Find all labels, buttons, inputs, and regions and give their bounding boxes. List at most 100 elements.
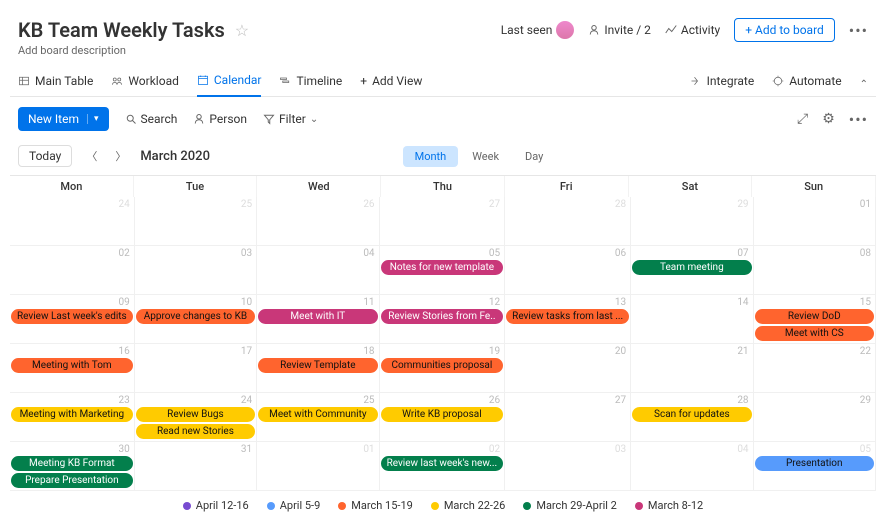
tab-calendar[interactable]: Calendar	[197, 73, 262, 97]
today-button[interactable]: Today	[18, 145, 72, 167]
calendar-cell[interactable]: 03	[505, 442, 631, 491]
filter-button[interactable]: Filter ⌄	[263, 112, 318, 126]
automate-icon	[772, 75, 784, 87]
prev-month-icon[interactable]: 〈	[82, 148, 101, 164]
event[interactable]: Meet with CS	[755, 326, 874, 341]
event[interactable]: Meeting with Marketing	[11, 407, 133, 422]
calendar-cell[interactable]: 17	[135, 344, 257, 393]
invite-button[interactable]: Invite / 2	[588, 23, 651, 37]
calendar-cell[interactable]: 07Team meeting	[631, 246, 753, 295]
segment-day[interactable]: Day	[513, 146, 555, 167]
activity-button[interactable]: Activity	[665, 23, 720, 37]
next-month-icon[interactable]: 〉	[111, 148, 130, 164]
event[interactable]: Review Template	[258, 358, 377, 373]
event[interactable]: Presentation	[755, 456, 874, 471]
calendar-cell[interactable]: 02Review last week's new...	[380, 442, 506, 491]
calendar-cell[interactable]: 24Review BugsRead new Stories	[135, 393, 257, 442]
legend-dot-icon	[431, 502, 439, 510]
calendar-cell[interactable]: 01	[257, 442, 379, 491]
calendar-cell[interactable]: 23Meeting with Marketing	[10, 393, 135, 442]
calendar-cell[interactable]: 25Meet with Community	[257, 393, 379, 442]
calendar-cell[interactable]: 14	[631, 295, 753, 344]
event[interactable]: Read new Stories	[136, 424, 255, 439]
calendar-cell[interactable]: 26	[257, 197, 379, 246]
event[interactable]: Approve changes to KB	[136, 309, 255, 324]
calendar-cell[interactable]: 05Presentation	[754, 442, 876, 491]
tab-main-table[interactable]: Main Table	[18, 74, 93, 96]
calendar-cell[interactable]: 18Review Template	[257, 344, 379, 393]
calendar-cell[interactable]: 28	[505, 197, 631, 246]
event[interactable]: Write KB proposal	[381, 407, 504, 422]
calendar-cell[interactable]: 04	[257, 246, 379, 295]
event[interactable]: Meeting KB Format	[11, 456, 133, 471]
calendar-cell[interactable]: 31	[135, 442, 257, 491]
calendar-cell[interactable]: 24	[10, 197, 135, 246]
automate-button[interactable]: Automate	[772, 74, 841, 96]
day-number: 13	[615, 297, 626, 308]
event[interactable]: Notes for new template	[381, 260, 504, 275]
event[interactable]: Review DoD	[755, 309, 874, 324]
segment-month[interactable]: Month	[403, 146, 459, 167]
event[interactable]: Meet with Community	[258, 407, 377, 422]
more-icon[interactable]: •••	[849, 110, 868, 129]
event[interactable]: Communities proposal	[381, 358, 504, 373]
board-description[interactable]: Add board description	[18, 44, 249, 57]
event[interactable]: Review last week's new...	[381, 456, 504, 471]
tab-workload[interactable]: Workload	[111, 74, 179, 96]
event[interactable]: Review Stories from Fe..	[381, 309, 504, 324]
add-to-board-button[interactable]: + Add to board	[734, 18, 835, 42]
calendar-cell[interactable]: 03	[135, 246, 257, 295]
calendar-cell[interactable]: 27	[505, 393, 631, 442]
calendar-cell[interactable]: 02	[10, 246, 135, 295]
segment-week[interactable]: Week	[460, 146, 511, 167]
calendar-cell[interactable]: 30Meeting KB FormatPrepare Presentation	[10, 442, 135, 491]
integrate-button[interactable]: Integrate	[690, 74, 755, 96]
view-segments: Month Week Day	[403, 146, 556, 167]
search-button[interactable]: Search	[125, 112, 178, 126]
calendar-cell[interactable]: 09Review Last week's edits	[10, 295, 135, 344]
new-item-button[interactable]: New Item ▾	[18, 107, 109, 131]
event[interactable]: Prepare Presentation	[11, 473, 133, 488]
add-view-button[interactable]: + Add View	[360, 74, 422, 96]
settings-icon[interactable]: ⚙	[822, 111, 835, 127]
calendar-cell[interactable]: 26Write KB proposal	[380, 393, 506, 442]
legend-label: April 5-9	[280, 499, 321, 512]
board-title[interactable]: KB Team Weekly Tasks	[18, 18, 225, 42]
person-filter[interactable]: Person	[193, 112, 247, 126]
calendar-cell[interactable]: 08	[754, 246, 876, 295]
chevron-down-icon[interactable]: ▾	[87, 114, 99, 124]
calendar-cell[interactable]: 22	[754, 344, 876, 393]
collapse-icon[interactable]: ⌃	[860, 79, 868, 90]
event[interactable]: Review Bugs	[136, 407, 255, 422]
event[interactable]: Meet with IT	[258, 309, 377, 324]
calendar-cell[interactable]: 05Notes for new template	[380, 246, 506, 295]
calendar-cell[interactable]: 11Meet with IT	[257, 295, 379, 344]
calendar-cell[interactable]: 29	[631, 197, 753, 246]
tab-timeline[interactable]: Timeline	[279, 74, 342, 96]
last-seen[interactable]: Last seen	[501, 21, 575, 39]
calendar-cell[interactable]: 12Review Stories from Fe..	[380, 295, 506, 344]
event[interactable]: Review Last week's edits	[11, 309, 133, 324]
event[interactable]: Scan for updates	[632, 407, 751, 422]
calendar-cell[interactable]: 04	[631, 442, 753, 491]
fullscreen-icon[interactable]: ⤢	[797, 111, 808, 127]
calendar-cell[interactable]: 28Scan for updates	[631, 393, 753, 442]
event[interactable]: Meeting with Tom	[11, 358, 133, 373]
calendar-cell[interactable]: 15Review DoDMeet with CS	[754, 295, 876, 344]
more-options-icon[interactable]: •••	[849, 21, 868, 40]
calendar-cell[interactable]: 25	[135, 197, 257, 246]
favorite-icon[interactable]: ☆	[235, 21, 249, 40]
calendar-cell[interactable]: 19Communities proposal	[380, 344, 506, 393]
calendar-cell[interactable]: 29	[754, 393, 876, 442]
day-header: Mon	[10, 176, 134, 197]
calendar-cell[interactable]: 01	[754, 197, 876, 246]
calendar-cell[interactable]: 27	[380, 197, 506, 246]
calendar-cell[interactable]: 13Review tasks from last ...	[505, 295, 631, 344]
calendar-cell[interactable]: 20	[505, 344, 631, 393]
calendar-cell[interactable]: 10Approve changes to KB	[135, 295, 257, 344]
calendar-cell[interactable]: 21	[631, 344, 753, 393]
event[interactable]: Team meeting	[632, 260, 751, 275]
event[interactable]: Review tasks from last ...	[506, 309, 629, 324]
calendar-cell[interactable]: 16Meeting with Tom	[10, 344, 135, 393]
calendar-cell[interactable]: 06	[505, 246, 631, 295]
